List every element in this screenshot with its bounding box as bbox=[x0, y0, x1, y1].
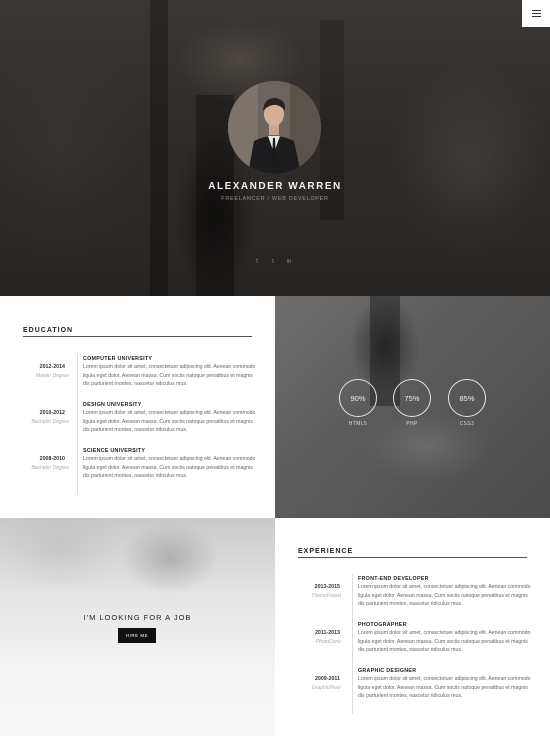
hire-me-button[interactable]: HIRE ME bbox=[118, 628, 156, 643]
skills-section: 90% HTML5 75% PHP 85% CSS3 bbox=[275, 296, 550, 518]
skill-css3: 85% CSS3 bbox=[447, 379, 487, 427]
entry-text: Lorem ipsum dolor sit amet, consectetuer… bbox=[358, 630, 531, 653]
skill-ring: 90% bbox=[339, 379, 377, 417]
entry-text: Lorem ipsum dolor sit amet, consectetuer… bbox=[358, 584, 531, 607]
section-title: EDUCATION bbox=[23, 327, 74, 334]
skill-ring: 75% bbox=[393, 379, 431, 417]
menu-button[interactable] bbox=[522, 0, 550, 27]
linkedin-icon[interactable]: in bbox=[286, 259, 292, 265]
section-divider bbox=[298, 557, 527, 558]
skill-ring: 85% bbox=[448, 379, 486, 417]
entry-years: 2009-2011 bbox=[314, 676, 340, 682]
section-divider bbox=[23, 336, 252, 337]
timeline-line bbox=[77, 354, 78, 494]
skill-label: HTML5 bbox=[348, 421, 368, 427]
entry-degree: Bachelor Degree bbox=[31, 465, 69, 471]
hero-section: ALEXANDER WARREN FREELANCER / WEB DEVELO… bbox=[0, 0, 550, 296]
hamburger-icon bbox=[531, 9, 541, 11]
entry-text: Lorem ipsum dolor sit amet, consectetuer… bbox=[83, 364, 256, 387]
entry-title: PHOTOGRAPHER bbox=[358, 622, 407, 628]
entry-title: DESIGN UNIVERSITY bbox=[83, 402, 142, 408]
skill-html5: 90% HTML5 bbox=[338, 379, 378, 427]
facebook-icon[interactable]: f bbox=[254, 259, 260, 265]
entry-text: Lorem ipsum dolor sit amet, consectetuer… bbox=[83, 456, 256, 479]
entry-title: GRAPHIC DESIGNER bbox=[358, 668, 417, 674]
entry-degree: Bachelor Degree bbox=[31, 419, 69, 425]
timeline-line bbox=[352, 574, 353, 714]
skill-php: 75% PHP bbox=[392, 379, 432, 427]
entry-years: 2008-2010 bbox=[39, 456, 65, 462]
entry-years: 2011-2013 bbox=[314, 630, 340, 636]
entry-text: Lorem ipsum dolor sit amet, consectetuer… bbox=[358, 676, 531, 699]
skill-label: CSS3 bbox=[459, 421, 475, 427]
entry-title: COMPUTER UNIVERSITY bbox=[83, 356, 153, 362]
skill-label: PHP bbox=[406, 421, 418, 427]
job-section: I'M LOOKING FOR A JOB HIRE ME bbox=[0, 518, 275, 736]
skill-percent: 90% bbox=[350, 393, 366, 403]
twitter-icon[interactable]: t bbox=[270, 259, 276, 265]
profile-name: ALEXANDER WARREN bbox=[208, 181, 342, 192]
background-decoration bbox=[150, 0, 168, 296]
entry-title: FRONT-END DEVELOPER bbox=[358, 576, 429, 582]
entry-years: 2012-2014 bbox=[39, 364, 65, 370]
skill-percent: 75% bbox=[404, 393, 420, 403]
skill-percent: 85% bbox=[459, 393, 475, 403]
entry-company: ThemeForest bbox=[311, 593, 341, 599]
section-title: EXPERIENCE bbox=[298, 548, 354, 555]
entry-title: SCIENCE UNIVERSITY bbox=[83, 448, 146, 454]
entry-company: GraphicRiver bbox=[311, 685, 341, 691]
entry-degree: Master Degree bbox=[35, 373, 69, 379]
job-heading: I'M LOOKING FOR A JOB bbox=[83, 613, 192, 622]
profile-subtitle: FREELANCER / WEB DEVELOPER bbox=[221, 196, 329, 202]
entry-text: Lorem ipsum dolor sit amet, consectetuer… bbox=[83, 410, 256, 433]
experience-section: EXPERIENCE 2013-2015 ThemeForest FRONT-E… bbox=[275, 518, 550, 736]
avatar bbox=[228, 81, 321, 174]
entry-years: 2013-2015 bbox=[314, 584, 340, 590]
social-links: f t in bbox=[254, 259, 292, 265]
education-section: EDUCATION 2012-2014 Master Degree COMPUT… bbox=[0, 296, 275, 518]
entry-company: PhotoDune bbox=[315, 639, 341, 645]
entry-years: 2010-2012 bbox=[39, 410, 65, 416]
